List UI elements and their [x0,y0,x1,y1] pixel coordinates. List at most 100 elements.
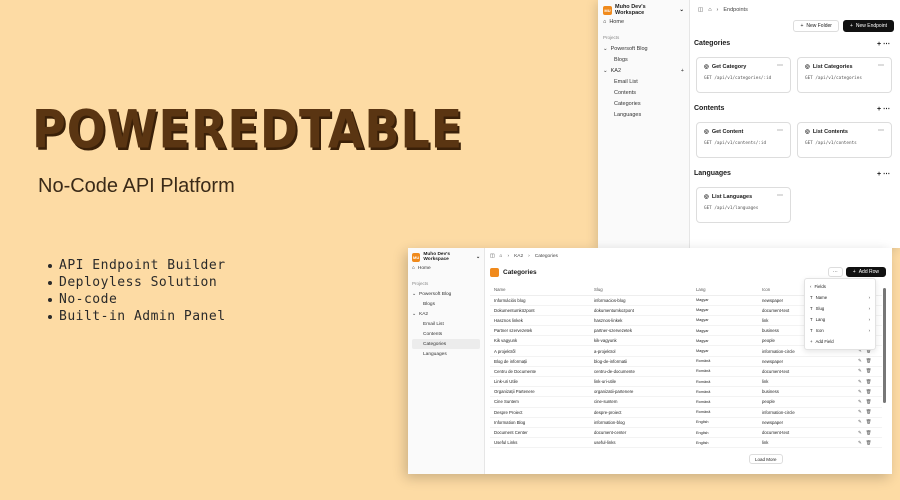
new-folder-button[interactable]: + New Folder [793,20,839,32]
table-cell[interactable]: partner-szervezetek [590,325,692,337]
project-ka2[interactable]: ⌄ KA2 [412,309,480,319]
table-cell[interactable]: link-uri-utile [590,376,692,388]
workspace-switcher[interactable]: MU Muho Dev's Workspace ⌄ [603,4,684,16]
table-cell[interactable]: centru-de-documente [590,366,692,378]
trash-icon[interactable]: 🗑 [866,419,872,425]
more-icon[interactable]: ⋯ [777,192,783,199]
table-cell[interactable]: Document Center [490,427,590,439]
section-actions[interactable]: + ⋯ [877,40,890,48]
table-cell[interactable]: Magyar [692,325,758,337]
table-cell[interactable]: Despre Proiect [490,407,590,418]
workspace-switcher[interactable]: MU Muho Dev's Workspace ⌄ [412,251,480,263]
table-cell[interactable]: document-text [758,366,854,378]
table-cell[interactable]: Useful Links [490,437,590,449]
edit-icon[interactable]: ✎ [858,440,862,446]
table-cell[interactable]: people [758,396,854,408]
table-row[interactable]: Link-uri Utile link-uri-utile Română link ✎ 🗑 [490,376,882,388]
table-cell[interactable]: Cine Suntem [490,396,590,408]
table-cell[interactable]: dokumentumkozpont [590,305,692,316]
more-icon[interactable]: ⋯ [777,127,783,134]
table-cell[interactable]: Partner szervezetek [490,325,590,337]
table-cell[interactable]: business [758,386,854,398]
table-cell[interactable]: Magyar [692,335,758,347]
table-cell[interactable]: Magyar [692,345,758,357]
edit-icon[interactable]: ✎ [858,409,862,415]
table-cell[interactable]: Organizații Partenere [490,386,590,398]
column-header[interactable]: Lang [692,285,758,296]
table-row[interactable]: Centru de Documente centru-de-documente Ro… [490,366,882,378]
breadcrumb-endpoints[interactable]: Endpoints [723,7,747,13]
trash-icon[interactable]: 🗑 [866,358,872,364]
trash-icon[interactable]: 🗑 [866,379,872,385]
sidebar-item-email-list[interactable]: Email List [412,319,480,329]
table-cell[interactable]: document-text [758,427,854,439]
chevron-left-icon[interactable]: ‹ [810,284,811,289]
edit-icon[interactable]: ✎ [858,389,862,395]
table-cell[interactable]: English [692,427,758,439]
sidebar-item-blogs[interactable]: Blogs [412,299,480,309]
plus-icon[interactable]: + [681,68,684,74]
table-cell[interactable]: Română [692,407,758,418]
sidebar-item-home[interactable]: ⌂ Home [412,263,480,273]
table-cell[interactable]: newspaper [758,356,854,367]
trash-icon[interactable]: 🗑 [866,368,872,374]
field-menu-item[interactable]: T Slug › [805,303,875,314]
edit-icon[interactable]: ✎ [858,358,862,364]
table-row[interactable]: Useful Links useful-links English link ✎ 🗑 [490,437,882,449]
edit-icon[interactable]: ✎ [858,430,862,436]
table-cell[interactable]: cine-suntem [590,396,692,408]
endpoint-card[interactable]: ◎ List Contents ⋯ GET /api/v1/contents [797,122,892,158]
sidebar-item-languages[interactable]: Languages [412,349,480,359]
sidebar-item-categories[interactable]: Categories [603,98,684,109]
endpoint-card[interactable]: ◎ Get Category ⋯ GET /api/v1/categories/:id [696,57,791,93]
column-header[interactable]: Name [490,285,590,296]
table-row[interactable]: Cine Suntem cine-suntem Română people ✎ 🗑 [490,396,882,408]
table-cell[interactable]: information-circle [758,407,854,418]
edit-icon[interactable]: ✎ [858,368,862,374]
table-cell[interactable]: Română [692,396,758,408]
table-cell[interactable]: Centru de Documente [490,366,590,378]
field-menu-item[interactable]: T Icon › [805,325,875,336]
add-field-button[interactable]: + Add Field [805,336,875,347]
table-cell[interactable]: information-blog [590,417,692,428]
home-icon[interactable]: ⌂ [708,7,711,13]
sidebar-item-contents[interactable]: Contents [412,329,480,339]
trash-icon[interactable]: 🗑 [866,430,872,436]
home-icon[interactable]: ⌂ [500,254,503,259]
table-cell[interactable]: newspaper [758,417,854,428]
table-cell[interactable]: Română [692,366,758,378]
more-options-button[interactable]: ⋯ [827,267,843,277]
table-row[interactable]: Document Center document-center English doc… [490,427,882,439]
load-more-button[interactable]: Load More [749,454,783,464]
table-cell[interactable]: A projektről [490,345,590,357]
table-cell[interactable]: Română [692,376,758,388]
table-cell[interactable]: Link-uri Utile [490,376,590,388]
trash-icon[interactable]: 🗑 [866,409,872,415]
table-row[interactable]: Information Blog information-blog English n… [490,417,882,428]
breadcrumb-table[interactable]: Categories [535,254,558,259]
table-row[interactable]: Organizații Partenere organizatii-partene… [490,386,882,398]
table-cell[interactable]: blog-de-informatii [590,356,692,367]
table-row[interactable]: Despre Proiect despre-proiect Română inform… [490,407,882,418]
more-icon[interactable]: ⋯ [878,127,884,134]
sidebar-item-email-list[interactable]: Email List [603,76,684,87]
column-header[interactable]: Slug [590,285,692,296]
table-cell[interactable]: Magyar [692,305,758,316]
section-actions[interactable]: + ⋯ [877,170,890,178]
table-cell[interactable]: English [692,437,758,449]
table-cell[interactable]: despre-proiect [590,407,692,418]
field-menu-item[interactable]: T Lang › [805,314,875,325]
table-cell[interactable]: useful-links [590,437,692,449]
endpoint-card[interactable]: ◎ Get Content ⋯ GET /api/v1/contents/:id [696,122,791,158]
table-cell[interactable]: Kik vagyunk [490,335,590,347]
breadcrumb-project[interactable]: KA2 [514,254,523,259]
table-cell[interactable]: hasznos-linkek [590,315,692,327]
field-menu-item[interactable]: T Name › [805,292,875,303]
table-cell[interactable]: kik-vagyunk [590,335,692,347]
endpoint-card[interactable]: ◎ List Categories ⋯ GET /api/v1/categories [797,57,892,93]
add-row-button[interactable]: + Add Row [845,267,886,277]
table-cell[interactable]: a-projektrol [590,345,692,357]
new-endpoint-button[interactable]: + New Endpoint [842,20,894,32]
table-cell[interactable]: Română [692,356,758,367]
sidebar-item-contents[interactable]: Contents [603,87,684,98]
